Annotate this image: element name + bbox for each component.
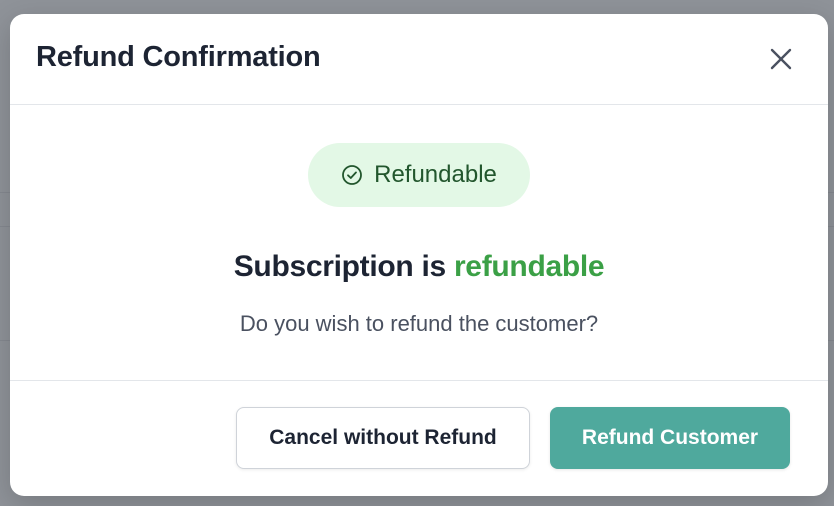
- close-icon: [770, 48, 792, 70]
- cancel-without-refund-button[interactable]: Cancel without Refund: [236, 407, 530, 469]
- dialog-header: Refund Confirmation: [10, 14, 828, 105]
- dialog-title: Refund Confirmation: [36, 41, 321, 73]
- refund-status-headline: Subscription is refundable: [10, 250, 828, 284]
- refund-customer-button[interactable]: Refund Customer: [550, 407, 790, 469]
- status-badge-label: Refundable: [374, 161, 497, 188]
- check-circle-icon: [341, 164, 363, 186]
- headline-prefix: Subscription is: [233, 250, 454, 283]
- close-button[interactable]: [766, 44, 796, 74]
- refund-confirmation-dialog: Refund Confirmation Refundable Subscript…: [10, 14, 828, 496]
- headline-accent: refundable: [453, 250, 605, 283]
- status-badge: Refundable: [308, 143, 530, 207]
- refund-question: Do you wish to refund the customer?: [239, 311, 599, 336]
- dialog-body: Refundable Subscription is refundable Do…: [10, 105, 828, 380]
- dialog-footer: Cancel without Refund Refund Customer: [10, 380, 828, 496]
